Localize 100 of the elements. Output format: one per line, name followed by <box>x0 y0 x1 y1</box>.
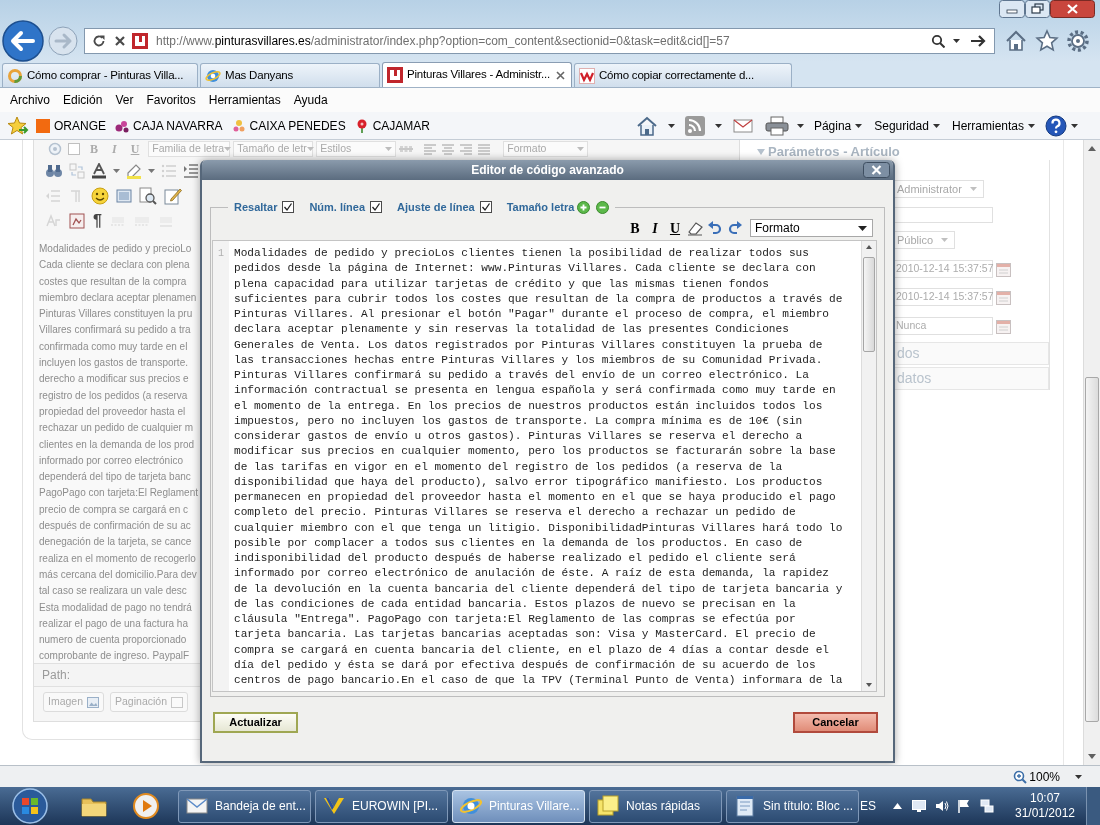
star-add-icon[interactable] <box>7 115 29 136</box>
caret-icon[interactable] <box>953 39 960 43</box>
text-line: Villares confirmará su pedido a tra <box>39 323 191 338</box>
highlight-icon[interactable] <box>126 162 142 179</box>
tab[interactable]: Cómo comprar - Pinturas Villa... <box>2 63 198 87</box>
speaker-icon[interactable] <box>935 800 949 812</box>
favorite-link[interactable]: ORANGE <box>35 116 106 135</box>
help-icon[interactable] <box>1045 114 1067 137</box>
close-icon[interactable] <box>863 162 890 178</box>
caret-icon <box>1028 123 1035 128</box>
back-icon[interactable] <box>2 20 44 62</box>
menu-button[interactable]: Página <box>813 116 863 135</box>
binoculars-icon[interactable] <box>45 162 63 179</box>
menu-item[interactable]: Archivo <box>10 91 50 109</box>
menu-item[interactable]: Herramientas <box>208 91 281 109</box>
play-icon[interactable] <box>133 793 159 819</box>
text-line: derecho a modificar sus precios e <box>39 372 189 387</box>
tab[interactable]: Mas Danyans <box>200 63 380 87</box>
menu-item[interactable]: Favoritos <box>146 91 196 109</box>
update-button[interactable]: Actualizar <box>213 712 298 733</box>
close-icon[interactable] <box>556 70 565 80</box>
up-arrow-icon[interactable] <box>893 803 902 809</box>
broken-image-icon[interactable] <box>69 212 85 229</box>
format-select[interactable]: Formato <box>750 219 873 237</box>
cancel-button[interactable]: Cancelar <box>793 712 878 733</box>
caret-icon <box>577 147 585 151</box>
settings-icon[interactable] <box>1066 29 1090 53</box>
caret-icon <box>941 238 949 242</box>
plus-icon[interactable] <box>577 200 591 214</box>
caret-icon[interactable] <box>796 123 804 128</box>
edit-icon[interactable] <box>164 186 182 205</box>
mail-icon[interactable] <box>732 117 753 134</box>
checkbox[interactable] <box>479 201 492 213</box>
search-icon[interactable] <box>931 34 945 48</box>
text-line: precio de compra se cargará en c <box>39 502 188 517</box>
text-line: Modalidades de pedido y precioLo <box>39 242 192 256</box>
caret-icon[interactable] <box>1071 123 1078 128</box>
input-field[interactable] <box>895 207 993 223</box>
menu-item[interactable]: Ver <box>115 91 134 109</box>
text-line: rechazar un pedido de cualquier m <box>39 421 193 436</box>
option-label: Ajuste de línea <box>397 199 475 215</box>
time-text[interactable]: 10:07 <box>1030 791 1060 806</box>
favorite-link[interactable]: CAJA NAVARRA <box>114 116 223 135</box>
smiley-icon[interactable] <box>91 186 109 205</box>
taskbar-button[interactable]: Notas rápidas <box>589 789 722 823</box>
home-icon[interactable] <box>635 115 658 136</box>
indent-icon[interactable] <box>183 162 199 179</box>
bold-button[interactable]: B <box>625 219 645 237</box>
language-indicator[interactable]: ES <box>860 797 876 815</box>
home-icon[interactable] <box>1004 29 1028 53</box>
menu-button[interactable]: Herramientas <box>951 116 1035 135</box>
notepad-icon <box>733 794 757 818</box>
preview-icon[interactable] <box>139 186 157 205</box>
star-icon[interactable] <box>1035 29 1059 53</box>
menu-item[interactable]: Ayuda <box>293 91 328 109</box>
italic-button[interactable]: I <box>645 219 665 237</box>
text-color-icon[interactable] <box>91 162 107 179</box>
text-line: tal caso se realizara un vale desc <box>39 584 187 599</box>
taskbar-button[interactable]: Sin título: Bloc ... <box>726 789 859 823</box>
arrow-right-icon[interactable] <box>970 34 986 48</box>
favorite-link[interactable]: CAJAMAR <box>353 116 430 135</box>
restore-icon[interactable] <box>1025 0 1050 18</box>
checkbox[interactable] <box>370 201 383 213</box>
network-icon[interactable] <box>980 799 994 813</box>
favorite-link[interactable]: CAIXA PENEDES <box>230 116 346 135</box>
feed-icon[interactable] <box>683 115 706 136</box>
minimize-icon[interactable] <box>999 0 1025 18</box>
printer-icon[interactable] <box>764 115 789 136</box>
caret-icon <box>858 225 867 231</box>
checkbox[interactable] <box>282 201 295 213</box>
refresh-icon[interactable] <box>91 33 107 49</box>
paragraph-mark-button[interactable]: ¶ <box>93 212 102 229</box>
caret-icon[interactable] <box>714 123 722 128</box>
monitor-icon[interactable] <box>912 800 926 812</box>
text-line: comprobante de ingreso. PaypalF <box>39 649 190 664</box>
underline-button[interactable]: U <box>665 219 685 237</box>
flag-icon[interactable] <box>957 799 971 813</box>
taskbar-button[interactable]: EUROWIN [PI... <box>315 789 448 823</box>
scrollbar-thumb[interactable] <box>863 257 875 352</box>
menu-button[interactable]: Seguridad <box>874 116 940 135</box>
start-icon[interactable] <box>10 788 50 824</box>
menu-item[interactable]: Edición <box>63 91 103 109</box>
minus-icon[interactable] <box>596 200 610 214</box>
text-line: costes que resultan de la compra <box>39 274 187 289</box>
tab[interactable]: Pinturas Villares - Administr... <box>382 62 572 87</box>
close-icon[interactable] <box>1050 0 1095 18</box>
scrollbar-thumb[interactable] <box>1085 377 1099 722</box>
caret-icon[interactable] <box>1075 774 1082 779</box>
address-field[interactable]: http://www.pinturasvillares.es/administrator/index.php?option=com_content&sectionid=0&task=edit&cid[]=57 <box>84 28 995 54</box>
tab[interactable]: Cómo copiar correctamente d... <box>574 63 792 87</box>
stop-icon[interactable] <box>113 34 127 48</box>
zoom-button[interactable]: 100% <box>1013 767 1060 786</box>
line-number: 1 <box>218 247 224 261</box>
image-icon <box>87 696 100 708</box>
taskbar-button[interactable]: Bandeja de ent... <box>178 789 311 823</box>
caret-icon <box>306 147 314 151</box>
text-line: PagoPago con tarjeta:El Reglament <box>39 486 198 501</box>
eraser-icon[interactable] <box>685 220 705 236</box>
caret-icon[interactable] <box>667 123 675 128</box>
date-text[interactable]: 31/01/2012 <box>1014 806 1076 821</box>
